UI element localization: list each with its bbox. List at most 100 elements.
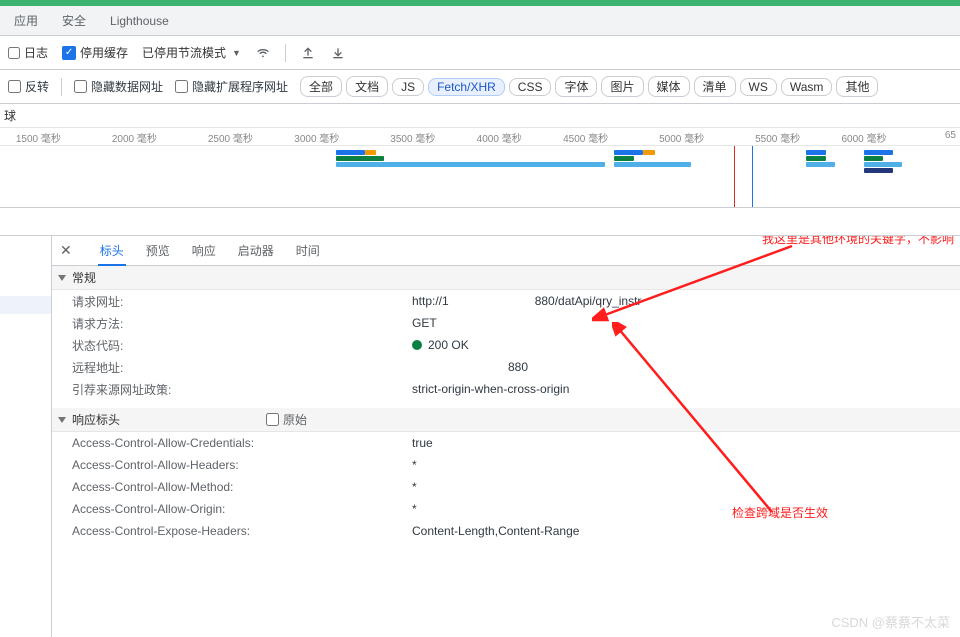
detail-pane: ✕ 标头 预览 响应 启动器 时间 常规 请求网址: http://1880/d… (52, 236, 960, 637)
tab-preview[interactable]: 预览 (146, 242, 170, 259)
type-filter-JS[interactable]: JS (392, 78, 424, 96)
preserve-log-checkbox[interactable] (8, 47, 20, 59)
hide-data-checkbox[interactable] (74, 80, 87, 93)
row-referrer-policy: 引荐来源网址政策: strict-origin-when-cross-origi… (52, 378, 960, 400)
row-request-method: 请求方法: GET (52, 312, 960, 334)
throttling-select[interactable]: 已停用节流模式 ▼ (142, 44, 241, 61)
disable-cache[interactable]: ✓ 停用缓存 (62, 44, 128, 61)
raw-label: 原始 (283, 411, 307, 428)
invert-label: 反转 (25, 78, 49, 95)
timeline-bar (806, 162, 835, 167)
preserve-log-partial[interactable]: 日志 (8, 44, 48, 61)
timeline-bar (643, 150, 655, 155)
section-general-title: 常规 (72, 269, 96, 286)
tab-initiator[interactable]: 启动器 (238, 242, 274, 259)
type-filter-Wasm[interactable]: Wasm (781, 78, 833, 96)
remote-address-key: 远程地址: (72, 359, 412, 376)
type-filter-媒体[interactable]: 媒体 (648, 76, 690, 97)
tab-application[interactable]: 应用 (14, 12, 38, 29)
type-filter-图片[interactable]: 图片 (601, 76, 643, 97)
collapse-icon (58, 275, 66, 281)
timeline-bar (864, 162, 902, 167)
type-filter-文档[interactable]: 文档 (346, 76, 388, 97)
section-response-headers[interactable]: 响应标头 原始 (52, 408, 960, 432)
section-general[interactable]: 常规 (52, 266, 960, 290)
tick: 4000 毫秒 (477, 130, 522, 145)
toolbar-divider (285, 44, 286, 62)
type-filter-字体[interactable]: 字体 (555, 76, 597, 97)
response-header-row: Access-Control-Allow-Method:* (52, 476, 960, 498)
preserve-log-label: 日志 (24, 44, 48, 61)
row-remote-address: 远程地址: 880 (52, 356, 960, 378)
response-header-row: Access-Control-Allow-Credentials:true (52, 432, 960, 454)
close-icon[interactable]: ✕ (60, 242, 78, 259)
status-code-key: 状态代码: (72, 337, 412, 354)
tick: 1500 毫秒 (16, 130, 61, 145)
timeline-bar (806, 150, 825, 155)
tab-lighthouse[interactable]: Lighthouse (110, 14, 169, 28)
type-filter-清单[interactable]: 清单 (694, 76, 736, 97)
disable-cache-checkbox[interactable]: ✓ (62, 46, 76, 60)
download-icon[interactable] (330, 45, 346, 61)
tick: 4500 毫秒 (563, 130, 608, 145)
spacer (0, 208, 960, 236)
hide-ext-checkbox[interactable] (175, 80, 188, 93)
timeline-bar (864, 168, 893, 173)
timeline-ticks: 1500 毫秒2000 毫秒2500 毫秒3000 毫秒3500 毫秒4000 … (0, 128, 960, 146)
tick: 2000 毫秒 (112, 130, 157, 145)
filters-row: 反转 隐藏数据网址 隐藏扩展程序网址 全部文档JSFetch/XHRCSS字体图… (0, 70, 960, 104)
type-filter-WS[interactable]: WS (740, 78, 777, 96)
tab-response[interactable]: 响应 (192, 242, 216, 259)
timeline[interactable]: 1500 毫秒2000 毫秒2500 毫秒3000 毫秒3500 毫秒4000 … (0, 128, 960, 208)
response-header-row: Access-Control-Expose-Headers:Content-Le… (52, 520, 960, 542)
timeline-bar (614, 162, 691, 167)
response-header-key: Access-Control-Allow-Credentials: (72, 436, 412, 450)
network-toolbar: 日志 ✓ 停用缓存 已停用节流模式 ▼ (0, 36, 960, 70)
remote-address-value: 880 (412, 360, 528, 374)
tab-headers[interactable]: 标头 (100, 242, 124, 259)
raw-toggle[interactable]: 原始 (266, 411, 307, 428)
invert-filter[interactable]: 反转 (8, 78, 49, 95)
timeline-marker (734, 146, 735, 207)
upload-icon[interactable] (300, 45, 316, 61)
collapse-icon (58, 417, 66, 423)
invert-checkbox[interactable] (8, 80, 21, 93)
detail-split: ✕ 标头 预览 响应 启动器 时间 常规 请求网址: http://1880/d… (0, 236, 960, 637)
tab-security[interactable]: 安全 (62, 12, 86, 29)
timeline-marker (752, 146, 753, 207)
timeline-waterfall (0, 146, 960, 207)
tab-timing[interactable]: 时间 (296, 242, 320, 259)
type-filter-全部[interactable]: 全部 (300, 76, 342, 97)
requests-header-row: 球 (0, 104, 960, 128)
type-filter-其他[interactable]: 其他 (836, 76, 878, 97)
selected-request-row[interactable] (0, 296, 51, 314)
request-url-key: 请求网址: (72, 293, 412, 310)
hide-data-label: 隐藏数据网址 (91, 78, 163, 95)
throttling-label: 已停用节流模式 (142, 44, 226, 61)
row-request-url: 请求网址: http://1880/datApi/qry_instr (52, 290, 960, 312)
type-filter-CSS[interactable]: CSS (509, 78, 552, 96)
request-list-narrow[interactable] (0, 236, 52, 637)
filter-divider-1 (61, 78, 62, 96)
referrer-policy-key: 引荐来源网址政策: (72, 381, 412, 398)
raw-checkbox[interactable] (266, 413, 279, 426)
tick: 5000 毫秒 (659, 130, 704, 145)
status-code-value: 200 OK (412, 338, 469, 352)
watermark: CSDN @蔡蔡不太菜 (831, 612, 950, 631)
response-header-key: Access-Control-Allow-Origin: (72, 502, 412, 516)
timeline-bar (806, 156, 825, 161)
request-method-value: GET (412, 316, 437, 330)
wifi-icon[interactable] (255, 45, 271, 61)
hide-extension-urls[interactable]: 隐藏扩展程序网址 (175, 78, 288, 95)
request-url-value: http://1880/datApi/qry_instr (412, 294, 641, 308)
response-header-value: Content-Length,Content-Range (412, 524, 579, 538)
annotation-text-2: 检查跨域是否生效 (732, 504, 828, 521)
response-header-value: * (412, 458, 417, 472)
chevron-down-icon: ▼ (232, 48, 241, 58)
timeline-bar (614, 156, 633, 161)
response-header-value: true (412, 436, 433, 450)
annotation-text-1: 我这里是其他环境的关键字，不影响 (762, 236, 954, 247)
hide-data-urls[interactable]: 隐藏数据网址 (74, 78, 163, 95)
type-filter-Fetch/XHR[interactable]: Fetch/XHR (428, 78, 505, 96)
response-header-key: Access-Control-Expose-Headers: (72, 524, 412, 538)
